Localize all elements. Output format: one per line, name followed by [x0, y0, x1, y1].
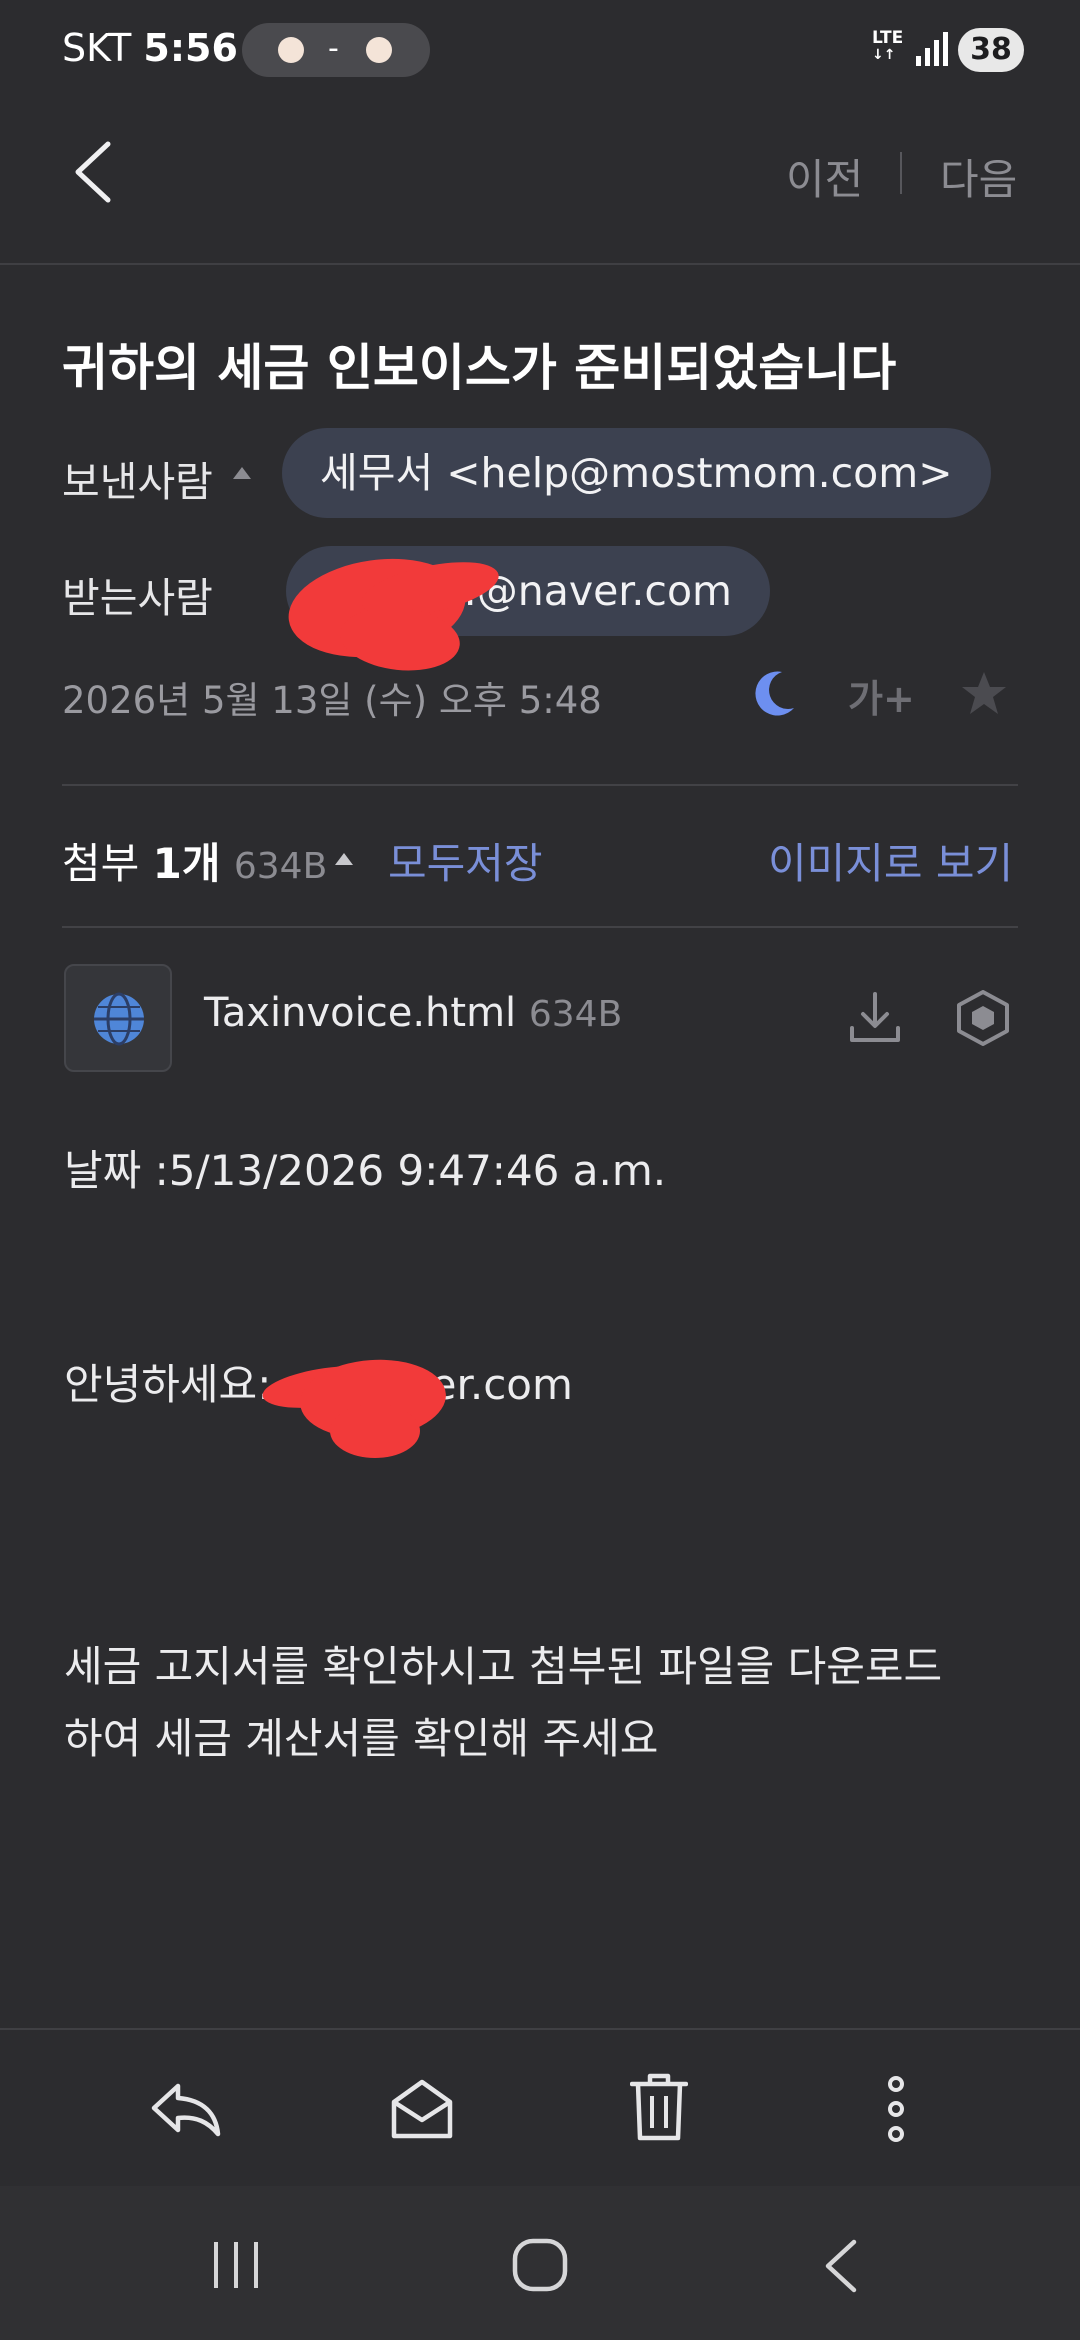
- carrier-label: SKT: [62, 26, 132, 70]
- back-icon[interactable]: [820, 2238, 860, 2294]
- save-all-button[interactable]: 모두저장: [388, 830, 543, 891]
- dark-mode-moon-icon[interactable]: [752, 668, 798, 718]
- cube-view-icon[interactable]: [956, 990, 1010, 1046]
- body-date-line: 날짜 :5/13/2026 9:47:46 a.m.: [64, 1146, 667, 1195]
- attachment-summary: 첨부 1개 634B: [62, 830, 327, 891]
- network-label: LTE: [872, 28, 904, 48]
- view-as-image-button[interactable]: 이미지로 보기: [768, 830, 1013, 891]
- home-icon[interactable]: [512, 2238, 568, 2292]
- previous-mail-button[interactable]: 이전: [786, 146, 863, 207]
- header-divider: [0, 263, 1080, 265]
- font-size-icon-label: 가+: [848, 677, 915, 721]
- back-arrow-icon[interactable]: [70, 140, 114, 204]
- download-icon[interactable]: [848, 990, 902, 1044]
- battery-indicator: 38: [958, 28, 1024, 72]
- attachment-file-size: 634B: [528, 994, 623, 1035]
- clock-time: 5:56: [143, 26, 238, 70]
- sports-logo-icon: [278, 37, 304, 63]
- font-size-icon[interactable]: 가+: [848, 668, 915, 723]
- body-message-line-1: 세금 고지서를 확인하시고 첨부된 파일을 다운로드: [64, 1642, 943, 1691]
- caret-up-icon[interactable]: [232, 466, 252, 480]
- attachment-title: 첨부: [62, 839, 153, 888]
- network-type: LTE ↓↑: [872, 28, 904, 64]
- system-navigation-bar: [0, 2186, 1080, 2340]
- sports-logo-icon: [366, 37, 392, 63]
- more-icon[interactable]: [886, 2076, 906, 2142]
- nav-separator: [900, 152, 902, 194]
- caret-up-icon[interactable]: [334, 852, 354, 866]
- next-mail-button[interactable]: 다음: [940, 146, 1017, 207]
- signal-icon: [916, 32, 948, 66]
- file-type-tile[interactable]: [64, 964, 172, 1072]
- reply-icon[interactable]: [148, 2080, 222, 2138]
- body-message-line-2: 하여 세금 계산서를 확인해 주세요: [64, 1714, 659, 1763]
- section-divider: [62, 784, 1018, 786]
- trash-icon[interactable]: [630, 2072, 688, 2142]
- pill-dash: -: [328, 31, 339, 66]
- mail-action-toolbar: [0, 2030, 1080, 2186]
- attachment-file-name: Taxinvoice.html: [204, 990, 517, 1036]
- mail-subject: 귀하의 세금 인보이스가 준비되었습니다: [62, 339, 897, 397]
- from-label: 보낸사람: [62, 458, 213, 506]
- star-icon[interactable]: [960, 670, 1008, 716]
- mark-unread-icon[interactable]: [390, 2076, 454, 2140]
- to-label: 받는사람: [62, 574, 213, 622]
- notification-pill: -: [242, 23, 430, 77]
- mail-date: 2026년 5월 13일 (수) 오후 5:48: [62, 679, 602, 722]
- recent-apps-icon[interactable]: [210, 2240, 264, 2290]
- attachment-total-size: 634B: [233, 846, 328, 887]
- section-divider: [62, 926, 1018, 928]
- attachment-count: 1개: [152, 839, 221, 888]
- attachment-file[interactable]: Taxinvoice.html 634B: [204, 990, 622, 1036]
- redaction-mark: [330, 1404, 420, 1458]
- globe-icon: [94, 992, 144, 1046]
- status-carrier-time: SKT 5:56: [62, 26, 238, 70]
- sender-chip[interactable]: 세무서 <help@mostmom.com>: [282, 428, 991, 518]
